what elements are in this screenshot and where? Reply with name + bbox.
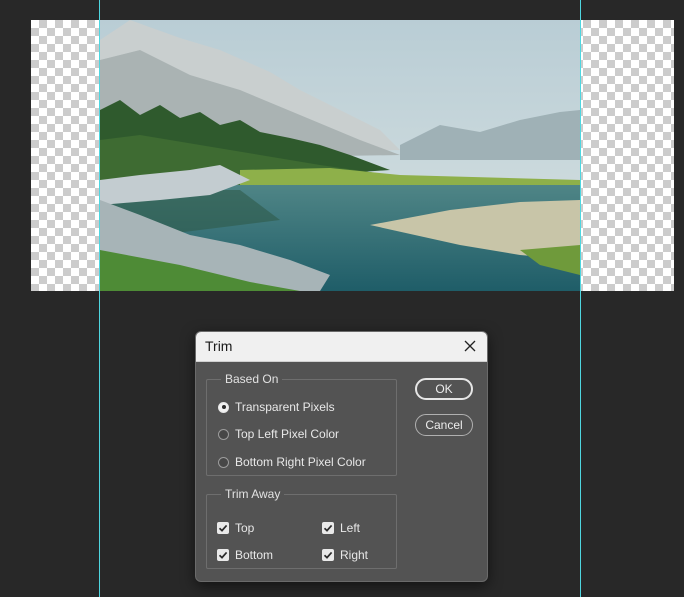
ok-button[interactable]: OK <box>415 378 473 400</box>
vertical-guide-right[interactable] <box>580 0 581 597</box>
radio-label: Top Left Pixel Color <box>235 427 340 441</box>
landscape-image <box>100 20 580 291</box>
based-on-group: Based On Transparent Pixels Top Left Pix… <box>206 372 397 476</box>
radio-button[interactable] <box>218 428 229 440</box>
checkbox-top[interactable]: Top <box>217 521 254 535</box>
checkbox[interactable] <box>217 522 229 534</box>
checkbox[interactable] <box>217 549 229 561</box>
checkbox-right[interactable]: Right <box>322 548 368 562</box>
checkbox[interactable] <box>322 522 334 534</box>
trim-away-legend: Trim Away <box>225 487 281 501</box>
checkbox-label: Bottom <box>235 548 274 562</box>
checkbox-left[interactable]: Left <box>322 521 360 535</box>
checkmark-icon <box>218 524 228 532</box>
checkbox-label: Top <box>235 521 255 535</box>
checkbox-bottom[interactable]: Bottom <box>217 548 273 562</box>
dialog-title: Trim <box>205 338 233 354</box>
dialog-titlebar[interactable]: Trim <box>196 332 487 362</box>
vertical-guide-left[interactable] <box>99 0 100 597</box>
radio-label: Transparent Pixels <box>235 400 335 414</box>
checkmark-icon <box>323 551 333 559</box>
checkbox-label: Right <box>340 548 369 562</box>
checkbox-label: Left <box>340 521 361 535</box>
checkmark-icon <box>218 551 228 559</box>
checkmark-icon <box>323 524 333 532</box>
radio-label: Bottom Right Pixel Color <box>235 455 366 469</box>
based-on-legend: Based On <box>225 372 279 386</box>
radio-top-left-pixel-color[interactable]: Top Left Pixel Color <box>218 427 339 441</box>
close-button[interactable] <box>459 335 481 357</box>
radio-button-selected[interactable] <box>218 401 229 413</box>
cancel-button[interactable]: Cancel <box>415 414 473 436</box>
radio-bottom-right-pixel-color[interactable]: Bottom Right Pixel Color <box>218 455 366 469</box>
trim-away-group: Trim Away Top Left Bottom Right <box>206 487 397 569</box>
checkbox[interactable] <box>322 549 334 561</box>
radio-transparent-pixels[interactable]: Transparent Pixels <box>218 400 335 414</box>
radio-button[interactable] <box>218 456 229 468</box>
close-icon <box>464 340 476 352</box>
trim-dialog: Trim Based On Transparent Pixels Top Lef… <box>195 331 488 582</box>
